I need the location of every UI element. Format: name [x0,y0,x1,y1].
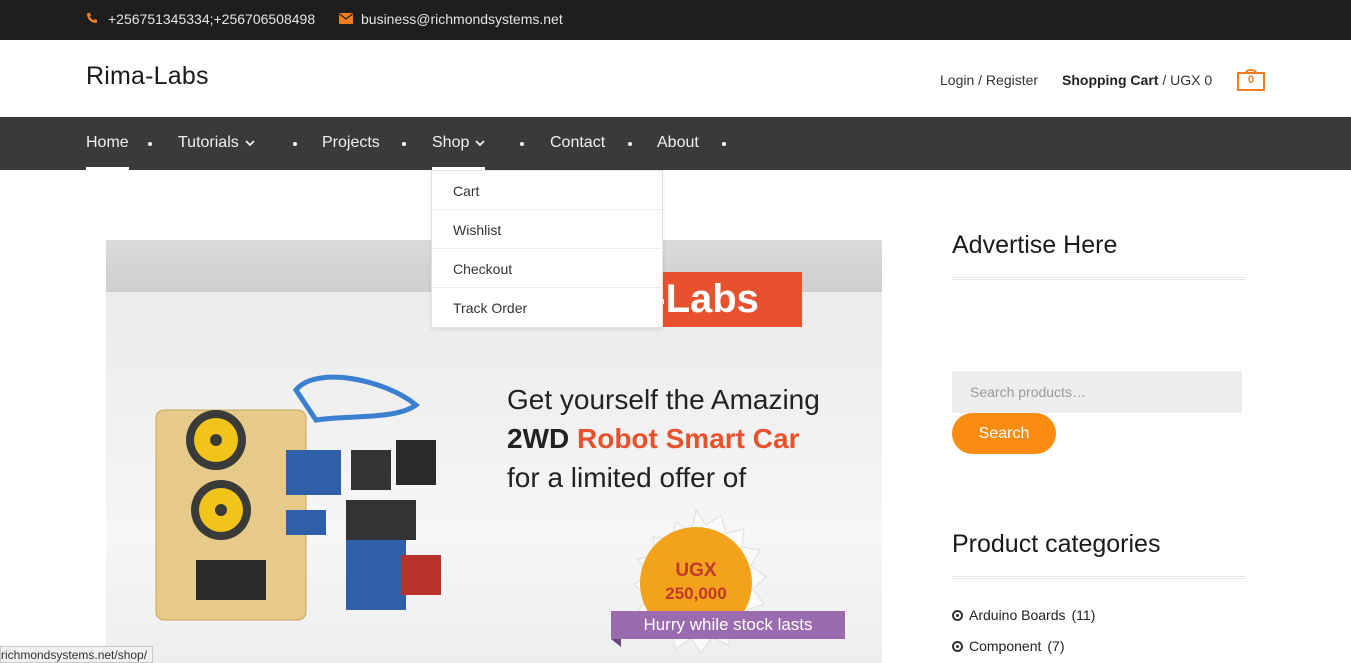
headline-product: Robot Smart Car [577,423,800,454]
chevron-down-icon [475,139,486,146]
price-amount: 250,000 [665,584,727,603]
product-search-input[interactable] [952,371,1242,413]
headline-line-2: 2WD Robot Smart Car [507,419,820,458]
price-currency: UGX [675,560,717,581]
nav-item-contact[interactable]: Contact [550,134,605,152]
nav-item-label: Shop [432,134,470,151]
shopping-cart-link[interactable]: Shopping Cart / UGX 0 [1062,72,1212,88]
headline-2wd: 2WD [507,423,577,454]
nav-item-label: About [657,134,699,151]
category-item[interactable]: Component (7) [952,638,1065,654]
robot-car-kit-image [155,374,441,621]
search-button[interactable]: Search [952,413,1056,454]
nav-separator [628,142,632,146]
dropdown-item-cart[interactable]: Cart [432,171,662,210]
nav-item-label: Tutorials [178,134,239,151]
dropdown-item-wishlist[interactable]: Wishlist [432,210,662,249]
nav-separator [293,142,297,146]
site-logo[interactable]: Rima-Labs [86,62,209,91]
browser-status-url: richmondsystems.net/shop/ [0,646,154,663]
category-count: (7) [1047,638,1065,654]
category-name: Arduino Boards [969,607,1066,623]
dropdown-item-track-order[interactable]: Track Order [432,288,662,327]
category-item[interactable]: Arduino Boards (11) [952,607,1095,623]
nav-item-about[interactable]: About [657,134,699,152]
nav-separator [722,142,726,146]
site-header: Rima-Labs Login / Register Shopping Cart… [0,40,1351,117]
stock-ribbon: Hurry while stock lasts [611,611,845,639]
nav-item-home[interactable]: Home [86,134,129,170]
headline-line-3: for a limited offer of [507,462,747,493]
login-register-link[interactable]: Login / Register [940,72,1038,88]
advertise-heading: Advertise Here [952,231,1118,259]
price-label: UGX 250,000 [646,560,746,604]
top-bar: +256751345334;+256706508498 business@ric… [0,0,1351,40]
circle-dot-icon [952,609,963,621]
product-categories-heading: Product categories [952,530,1161,558]
cart-amount: / UGX 0 [1158,72,1213,88]
nav-item-label: Home [86,134,129,151]
cart-count-badge: 0 [1247,74,1255,86]
circle-dot-icon [952,640,963,652]
banner-headline: Get yourself the Amazing 2WD Robot Smart… [507,380,820,497]
nav-separator [148,142,152,146]
main-navigation: Home Tutorials Projects Shop Contact Abo… [0,117,1351,170]
topbar-phone: +256751345334;+256706508498 [86,11,315,27]
phone-text: +256751345334;+256706508498 [108,11,316,27]
nav-item-label: Contact [550,134,606,151]
email-text[interactable]: business@richmondsystems.net [361,11,563,27]
nav-item-projects[interactable]: Projects [322,134,380,152]
heading-divider [952,576,1245,579]
nav-separator [520,142,524,146]
nav-separator [402,142,406,146]
phone-icon [86,12,100,27]
nav-item-shop[interactable]: Shop [432,134,486,170]
envelope-icon [339,12,353,27]
chevron-down-icon [245,139,255,146]
heading-divider [952,277,1245,280]
nav-item-tutorials[interactable]: Tutorials [178,134,255,152]
category-count: (11) [1071,607,1096,623]
nav-item-label: Projects [322,134,380,151]
headline-line-1: Get yourself the Amazing [507,384,820,415]
shop-dropdown-menu: Cart Wishlist Checkout Track Order [431,170,663,328]
dropdown-item-checkout[interactable]: Checkout [432,249,662,288]
category-name: Component [969,638,1042,654]
ribbon-tail [611,639,621,647]
topbar-email[interactable]: business@richmondsystems.net [339,11,563,27]
cart-label: Shopping Cart [1062,72,1159,88]
